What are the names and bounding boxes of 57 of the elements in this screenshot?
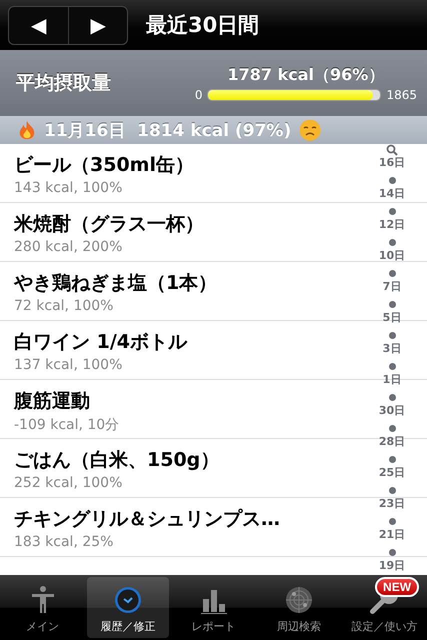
summary-label: 平均摂取量 bbox=[16, 71, 111, 96]
index-label[interactable]: 23日 bbox=[378, 497, 406, 510]
index-label[interactable]: 21日 bbox=[378, 528, 406, 541]
index-dot[interactable] bbox=[388, 518, 396, 525]
index-dot[interactable] bbox=[388, 301, 396, 308]
search-icon[interactable] bbox=[386, 144, 398, 156]
index-dot[interactable] bbox=[388, 177, 396, 184]
index-label[interactable]: 12日 bbox=[378, 218, 406, 231]
index-dot[interactable] bbox=[388, 332, 396, 339]
entry-name: ごはん（白米、150g） bbox=[14, 448, 220, 473]
index-label[interactable]: 5日 bbox=[382, 311, 402, 324]
entry-name: 白ワイン 1/4ボトル bbox=[14, 330, 187, 355]
index-dot[interactable] bbox=[388, 239, 396, 246]
entry-name: チキングリル＆シュリンプス… bbox=[14, 507, 280, 532]
entry-detail: 252 kcal, 100% bbox=[14, 475, 122, 491]
entry-name: ビール（350ml缶） bbox=[14, 153, 194, 178]
index-dot[interactable] bbox=[388, 487, 396, 494]
entry-detail: -109 kcal, 10分 bbox=[14, 416, 120, 434]
index-dot[interactable] bbox=[388, 208, 396, 215]
previous-button[interactable]: ◀ bbox=[9, 6, 68, 44]
entry-detail: 280 kcal, 200% bbox=[14, 239, 122, 255]
next-button[interactable]: ▶ bbox=[68, 6, 127, 44]
index-label[interactable]: 16日 bbox=[378, 156, 406, 169]
entry-detail: 183 kcal, 25% bbox=[14, 534, 114, 550]
index-label[interactable]: 10日 bbox=[378, 249, 406, 262]
entry-name: 米焼酎（グラス一杯） bbox=[14, 212, 204, 237]
entry-name: 腹筋運動 bbox=[14, 389, 90, 414]
index-label[interactable]: 19日 bbox=[378, 559, 406, 572]
day-summary: 11月16日 1814 kcal (97%) bbox=[44, 120, 292, 142]
index-dot[interactable] bbox=[388, 363, 396, 370]
summary-value: 1787 kcal（96%） bbox=[228, 64, 384, 86]
tab[interactable]: メイン bbox=[2, 577, 84, 638]
sad-face-icon bbox=[299, 119, 322, 141]
tab[interactable]: NEW 設定／使い方 bbox=[344, 577, 426, 638]
index-label[interactable]: 7日 bbox=[382, 280, 402, 293]
bar-min: 0 bbox=[194, 88, 202, 102]
tab[interactable]: 周辺検索 bbox=[258, 577, 340, 638]
index-dot[interactable] bbox=[388, 425, 396, 432]
radar-icon bbox=[284, 585, 314, 615]
entry-detail: 137 kcal, 100% bbox=[14, 357, 122, 373]
tab[interactable]: レポート bbox=[172, 577, 254, 638]
index-label[interactable]: 14日 bbox=[378, 187, 406, 200]
screen-title: 最近30日間 bbox=[146, 12, 260, 39]
index-label[interactable]: 3日 bbox=[382, 342, 402, 355]
entry-detail: 72 kcal, 100% bbox=[14, 298, 114, 314]
index-dot[interactable] bbox=[388, 456, 396, 463]
fire-icon bbox=[18, 120, 36, 140]
entry-detail: 143 kcal, 100% bbox=[14, 180, 122, 196]
index-dot[interactable] bbox=[388, 549, 396, 556]
entry-name: やき鶏ねぎま塩（1本） bbox=[14, 271, 218, 296]
new-badge: NEW bbox=[375, 577, 420, 597]
index-label[interactable]: 25日 bbox=[378, 466, 406, 479]
index-dot[interactable] bbox=[388, 270, 396, 277]
tab[interactable]: 履歴／修正 bbox=[87, 577, 169, 638]
index-label[interactable]: 30日 bbox=[378, 404, 406, 417]
bar-max: 1865 bbox=[386, 88, 417, 102]
index-dot[interactable] bbox=[388, 394, 396, 401]
